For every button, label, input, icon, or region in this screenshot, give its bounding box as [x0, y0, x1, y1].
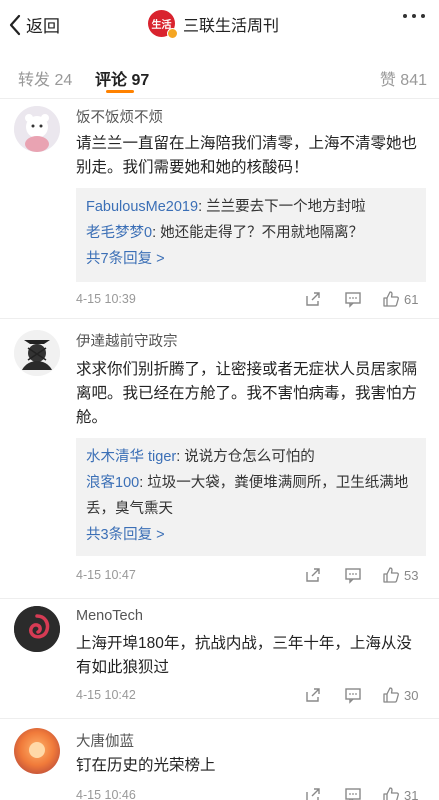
top-bar: 返回 生活 三联生活周刊 — [0, 0, 439, 50]
more-dots-icon[interactable] — [403, 14, 425, 18]
thumbs-up-icon — [383, 687, 399, 703]
reply-line: FabulousMe2019: 兰兰要去下一个地方封啦 — [86, 194, 416, 220]
share-icon[interactable] — [304, 290, 322, 313]
tab-comment[interactable]: 评论 97 — [95, 66, 149, 90]
comment-text: 上海开埠180年，抗战内战，三年十年，上海从没有如此狼狈过 — [76, 635, 412, 676]
avatar[interactable] — [14, 728, 60, 774]
comment-icon[interactable] — [344, 686, 362, 709]
comment-time: 4-15 10:39 — [76, 292, 136, 306]
like-button[interactable]: 31 — [382, 786, 418, 800]
tab-repost[interactable]: 转发 24 — [18, 66, 72, 90]
share-icon[interactable] — [304, 786, 322, 800]
back-label: 返回 — [26, 17, 60, 36]
more-replies-link[interactable]: 共3条回复 > — [86, 522, 416, 548]
comment-text: 求求你们别折腾了，让密接或者无症状人员居家隔离吧。我已经在方舱了。我不害怕病毒，… — [76, 361, 418, 426]
comment-text: 钉在历史的光荣榜上 — [76, 757, 216, 774]
commenter-name[interactable]: 伊達越前守政宗 — [76, 330, 178, 351]
comment-icon[interactable] — [344, 786, 362, 800]
divider — [0, 318, 439, 319]
like-button[interactable]: 30 — [382, 686, 418, 704]
back-button[interactable]: 返回 — [8, 12, 60, 37]
account-logo: 生活 — [148, 10, 178, 39]
more-replies-link[interactable]: 共7条回复 > — [86, 246, 416, 272]
comment-meta: 4-15 10:42 30 — [76, 686, 426, 708]
divider — [0, 598, 439, 599]
reply-user[interactable]: 浪客100 — [86, 475, 139, 491]
avatar[interactable] — [14, 330, 60, 376]
comment-meta: 4-15 10:46 31 — [76, 786, 426, 800]
reply-line: 水木清华 tiger: 说说方仓怎么可怕的 — [86, 444, 416, 470]
commenter-name[interactable]: 大唐伽蓝 — [76, 730, 134, 751]
chevron-left-icon — [9, 14, 21, 35]
like-button[interactable]: 53 — [382, 566, 418, 584]
reply-line: 浪客100: 垃圾一大袋，粪便堆满厕所，卫生纸满地丢，臭气熏天 — [86, 470, 416, 522]
commenter-name[interactable]: MenoTech — [76, 608, 143, 624]
reply-user[interactable]: FabulousMe2019 — [86, 199, 198, 215]
account-title[interactable]: 生活 三联生活周刊 — [148, 10, 280, 39]
like-count: 30 — [404, 687, 419, 703]
comment-text: 请兰兰一直留在上海陪我们清零，上海不清零她也别走。我们需要她和她的核酸码！ — [76, 135, 418, 176]
thumbs-up-icon — [383, 787, 399, 800]
thumbs-up-icon — [383, 567, 399, 583]
comment-time: 4-15 10:46 — [76, 788, 136, 800]
reply-text: : 兰兰要去下一个地方封啦 — [198, 199, 366, 215]
avatar[interactable] — [14, 106, 60, 152]
reply-box[interactable]: FabulousMe2019: 兰兰要去下一个地方封啦 老毛梦梦0: 她还能走得… — [76, 188, 426, 282]
tab-like[interactable]: 赞 841 — [380, 66, 427, 90]
reply-text: : 她还能走得了？不用就地隔离？ — [152, 225, 364, 241]
comment-icon[interactable] — [344, 566, 362, 589]
comment-time: 4-15 10:47 — [76, 568, 136, 582]
comment-meta: 4-15 10:47 53 — [76, 566, 426, 588]
reply-box[interactable]: 水木清华 tiger: 说说方仓怎么可怕的 浪客100: 垃圾一大袋，粪便堆满厕… — [76, 438, 426, 556]
tab-bar: 转发 24 评论 97 赞 841 — [0, 54, 439, 98]
thumbs-up-icon — [383, 291, 399, 307]
page-title: 三联生活周刊 — [183, 17, 280, 35]
reply-line: 老毛梦梦0: 她还能走得了？不用就地隔离？ — [86, 220, 416, 246]
reply-user[interactable]: 老毛梦梦0 — [86, 225, 152, 241]
divider — [0, 98, 439, 99]
comment-meta: 4-15 10:39 61 — [76, 290, 426, 312]
like-button[interactable]: 61 — [382, 290, 418, 308]
like-count: 31 — [404, 787, 419, 800]
verified-badge-icon — [167, 28, 178, 39]
commenter-name[interactable]: 饭不饭烦不烦 — [76, 106, 163, 127]
reply-text: : 说说方仓怎么可怕的 — [176, 449, 315, 465]
divider — [0, 718, 439, 719]
share-icon[interactable] — [304, 686, 322, 709]
tab-active-indicator — [106, 90, 134, 93]
like-count: 53 — [404, 567, 419, 583]
share-icon[interactable] — [304, 566, 322, 589]
comment-icon[interactable] — [344, 290, 362, 313]
comment-time: 4-15 10:42 — [76, 688, 136, 702]
reply-user[interactable]: 水木清华 tiger — [86, 449, 176, 465]
like-count: 61 — [404, 291, 419, 307]
avatar[interactable] — [14, 606, 60, 652]
